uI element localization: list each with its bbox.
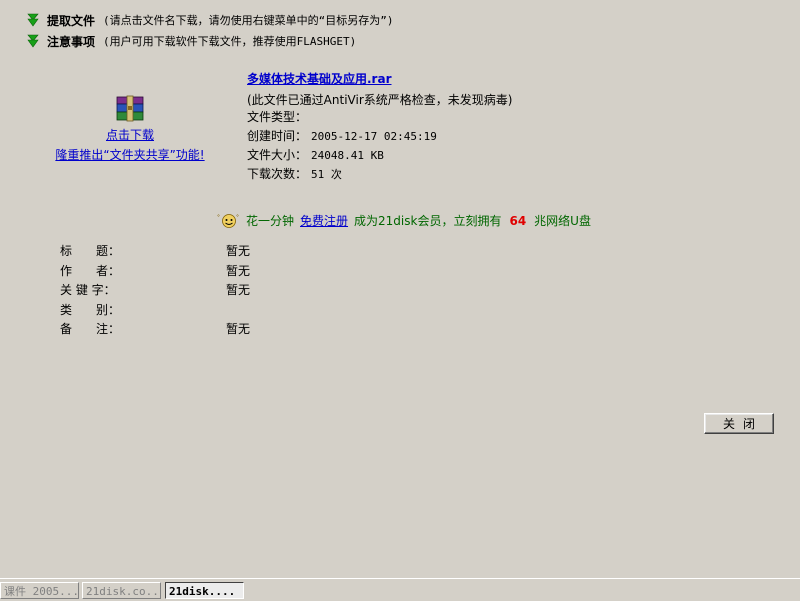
winrar-archive-icon[interactable] (113, 95, 147, 123)
promo-suffix: 兆网络U盘 (534, 214, 591, 228)
file-size-label: 文件大小： (247, 148, 308, 162)
created-time-label: 创建时间： (247, 129, 308, 143)
taskbar-item-active[interactable]: 21disk.... (165, 582, 244, 599)
folder-share-link[interactable]: 隆重推出“文件夹共享”功能! (40, 146, 220, 163)
virus-scan-note: (此文件已通过AntiVir系统严格检查，未发现病毒) (247, 93, 513, 107)
file-type-label: 文件类型： (247, 110, 308, 124)
created-time-value: 2005-12-17 02:45:19 (311, 130, 437, 143)
notice-desc: (请点击文件名下载，请勿使用右键菜单中的“目标另存为”) (103, 14, 394, 27)
file-size-row: 文件大小： 24048.41 KB (247, 146, 512, 165)
file-type-row: 文件类型： (247, 108, 512, 127)
meta-key: 关 键 字： (60, 283, 116, 297)
notice-attention: 注意事项 (用户可用下载软件下载文件，推荐使用FLASHGET) (26, 32, 356, 50)
svg-text:°: ° (217, 214, 220, 221)
download-count-label: 下载次数： (247, 167, 308, 181)
green-down-arrow-icon (27, 34, 39, 48)
meta-value: 暂无 (226, 322, 251, 336)
svg-text:°: ° (236, 214, 239, 221)
download-count-row: 下载次数： 51 次 (247, 165, 512, 184)
taskbar-item[interactable]: 课件 2005... (0, 582, 79, 599)
promo-middle: 成为21disk会员，立刻拥有 (354, 214, 502, 228)
meta-value: 暂无 (226, 283, 251, 297)
download-panel: 点击下载 隆重推出“文件夹共享”功能! (40, 95, 220, 163)
download-count-value: 51 次 (311, 168, 342, 181)
register-promo: ° ° 花一分钟 免费注册 成为21disk会员，立刻拥有 64 兆网络U盘 (216, 212, 591, 229)
close-button[interactable]: 关闭 (704, 413, 774, 434)
download-page: 提取文件 (请点击文件名下载，请勿使用右键菜单中的“目标另存为”) 注意事项 (… (0, 0, 800, 578)
notice-extract: 提取文件 (请点击文件名下载，请勿使用右键菜单中的“目标另存为”) (26, 11, 394, 29)
meta-value: 暂无 (226, 263, 251, 278)
free-register-link[interactable]: 免费注册 (300, 212, 348, 229)
notice-title: 提取文件 (47, 13, 96, 28)
meta-key: 标 题： (60, 244, 121, 258)
meta-key: 作 者： (60, 263, 121, 278)
file-info: 多媒体技术基础及应用.rar (此文件已通过AntiVir系统严格检查，未发现病… (247, 70, 512, 184)
taskbar-item[interactable]: 21disk.co... (82, 582, 161, 599)
meta-value: 暂无 (226, 244, 251, 258)
notice-desc: (用户可用下载软件下载文件，推荐使用FLASHGET) (103, 35, 357, 48)
notice-title: 注意事项 (47, 34, 96, 49)
created-time-row: 创建时间： 2005-12-17 02:45:19 (247, 127, 512, 146)
smiley-icon: ° ° (217, 214, 239, 228)
promo-prefix: 花一分钟 (246, 214, 295, 228)
file-name-link[interactable]: 多媒体技术基础及应用.rar (247, 72, 392, 86)
taskbar: 课件 2005... 21disk.co... 21disk.... (0, 578, 800, 601)
meta-key: 类 别： (60, 302, 121, 317)
download-link[interactable]: 点击下载 (40, 126, 220, 143)
meta-key: 备 注： (60, 322, 121, 336)
file-size-value: 24048.41 KB (311, 149, 384, 162)
green-down-arrow-icon (27, 13, 39, 27)
promo-amount: 64 (509, 213, 527, 228)
